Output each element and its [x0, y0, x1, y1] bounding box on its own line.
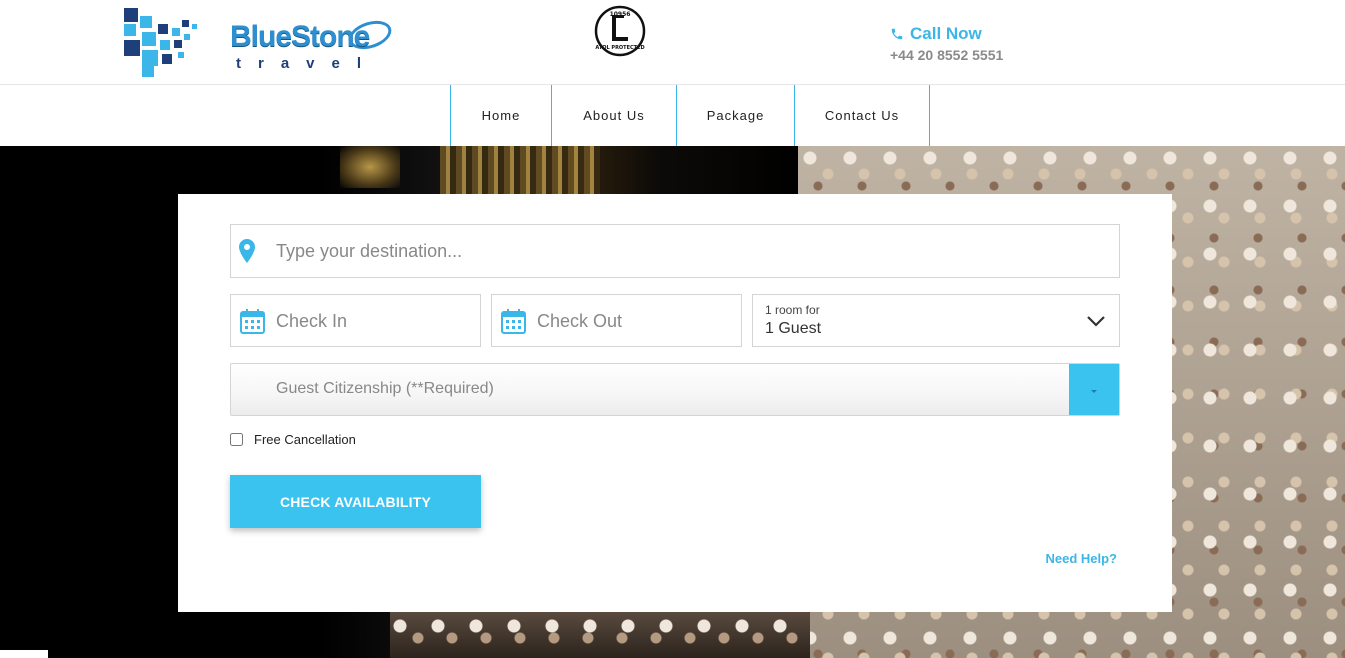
caret-down-icon — [1091, 390, 1097, 393]
citizenship-dropdown-button[interactable] — [1069, 364, 1119, 415]
rooms-label: 1 room for — [765, 303, 820, 317]
svg-text:ATOL PROTECTED: ATOL PROTECTED — [595, 45, 644, 51]
check-out-input[interactable]: Check Out — [537, 311, 622, 332]
check-in-input[interactable]: Check In — [276, 311, 347, 332]
hero-calligraphy-band — [440, 146, 600, 196]
destination-input[interactable]: Type your destination... — [276, 241, 462, 262]
phone-icon — [891, 28, 903, 40]
logo-brand-word: BlueStone — [230, 20, 370, 53]
nav-item-package[interactable]: Package — [676, 85, 794, 146]
atol-protected-badge: 10956 ATOL PROTECTED — [594, 5, 646, 57]
call-now-label: Call Now — [910, 24, 982, 43]
site-header: BlueStone travel 10956 ATOL PROTECTED Ca… — [0, 0, 1345, 85]
free-cancellation-checkbox[interactable] — [230, 433, 243, 446]
calendar-icon — [240, 309, 265, 334]
hero-edge — [0, 650, 48, 658]
nav-item-about-us[interactable]: About Us — [551, 85, 676, 146]
guest-citizenship-select[interactable]: Guest Citizenship (**Required) — [230, 363, 1120, 416]
need-help-link[interactable]: Need Help? — [1045, 551, 1117, 566]
call-now-block[interactable]: Call Now +44 20 8552 5551 — [890, 24, 1003, 63]
main-navbar: Home About Us Package Contact Us — [0, 85, 1345, 146]
phone-number[interactable]: +44 20 8552 5551 — [890, 47, 1003, 63]
hero-crowd-bottom — [390, 612, 810, 658]
rooms-value: 1 Guest — [765, 320, 822, 337]
logo-pixel-icon — [124, 8, 197, 77]
logo-brand-sub: travel — [236, 55, 379, 72]
check-out-field[interactable]: Check Out — [491, 294, 742, 347]
hotel-search-card: Type your destination... Check In Check … — [178, 194, 1172, 612]
nav-item-contact-us[interactable]: Contact Us — [794, 85, 930, 146]
rooms-guests-select[interactable]: 1 room for 1 Guest — [752, 294, 1120, 347]
calendar-icon — [501, 309, 526, 334]
hero-calligraphy-left — [340, 146, 400, 188]
check-availability-button[interactable]: CHECK AVAILABILITY — [230, 475, 481, 528]
free-cancellation-label[interactable]: Free Cancellation — [254, 432, 356, 447]
map-pin-icon — [239, 239, 255, 263]
free-cancellation-option: Free Cancellation — [230, 432, 356, 447]
logo-wordmark: BlueStone travel — [230, 15, 400, 76]
chevron-down-icon — [1087, 316, 1105, 327]
svg-text:10956: 10956 — [610, 11, 631, 18]
destination-field[interactable]: Type your destination... — [230, 224, 1120, 278]
check-in-field[interactable]: Check In — [230, 294, 481, 347]
main-nav: Home About Us Package Contact Us — [450, 85, 930, 146]
nav-item-home[interactable]: Home — [450, 85, 551, 146]
call-now-title[interactable]: Call Now — [890, 24, 1003, 44]
citizenship-placeholder: Guest Citizenship (**Required) — [276, 380, 494, 397]
